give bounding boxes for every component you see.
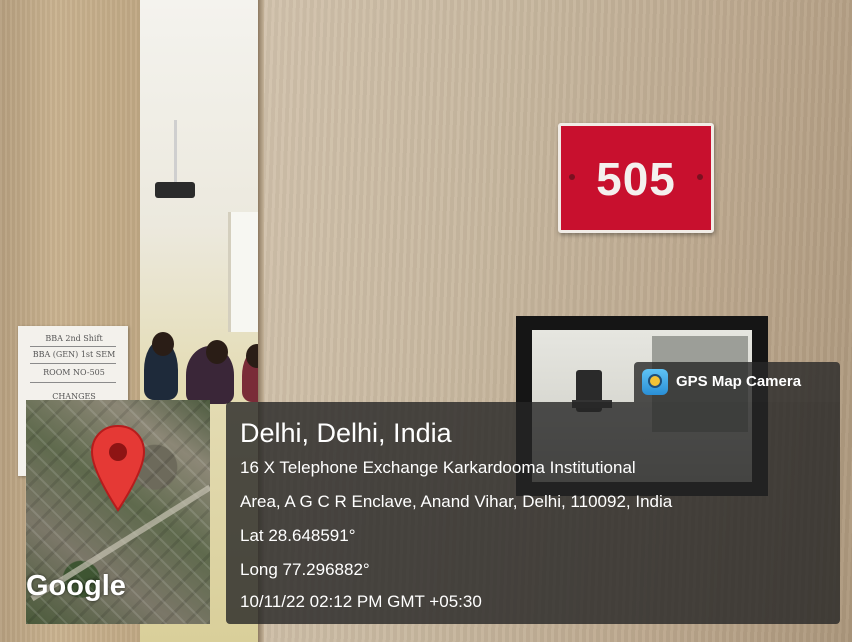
- address-line-1: 16 X Telephone Exchange Karkardooma Inst…: [240, 458, 636, 477]
- room-number-sign: 505: [558, 123, 714, 233]
- gps-app-name: GPS Map Camera: [676, 373, 802, 390]
- gps-map-camera-icon: [642, 369, 668, 395]
- projector: [155, 182, 195, 198]
- latitude: Lat 28.648591°: [240, 526, 356, 545]
- timestamp: 10/11/22 02:12 PM GMT +05:30: [240, 592, 482, 611]
- notice-rule: [30, 382, 116, 383]
- notice-line-1: BBA 2nd Shift: [45, 334, 103, 343]
- projector-mount: [174, 120, 177, 184]
- gps-app-badge: GPS Map Camera: [634, 362, 840, 402]
- map-pin-icon: [90, 424, 146, 512]
- notice-line-3: ROOM NO-505: [43, 368, 105, 377]
- notice-rule: [30, 346, 116, 347]
- student-1-head: [152, 332, 174, 356]
- room-number: 505: [596, 153, 676, 205]
- camera-lens-icon: [648, 374, 662, 388]
- address-line-2: Area, A G C R Enclave, Anand Vihar, Delh…: [240, 492, 673, 511]
- notice-line-2: BBA (GEN) 1st SEM: [32, 350, 116, 359]
- notice-rule: [30, 363, 116, 364]
- longitude: Long 77.296882°: [240, 560, 370, 579]
- google-logo: Google: [26, 570, 126, 602]
- gps-info-panel: Delhi, Delhi, India 16 X Telephone Excha…: [226, 402, 840, 624]
- satellite-map-thumbnail: Google: [26, 400, 210, 624]
- student-2-head: [206, 340, 228, 364]
- location-title: Delhi, Delhi, India: [240, 418, 452, 448]
